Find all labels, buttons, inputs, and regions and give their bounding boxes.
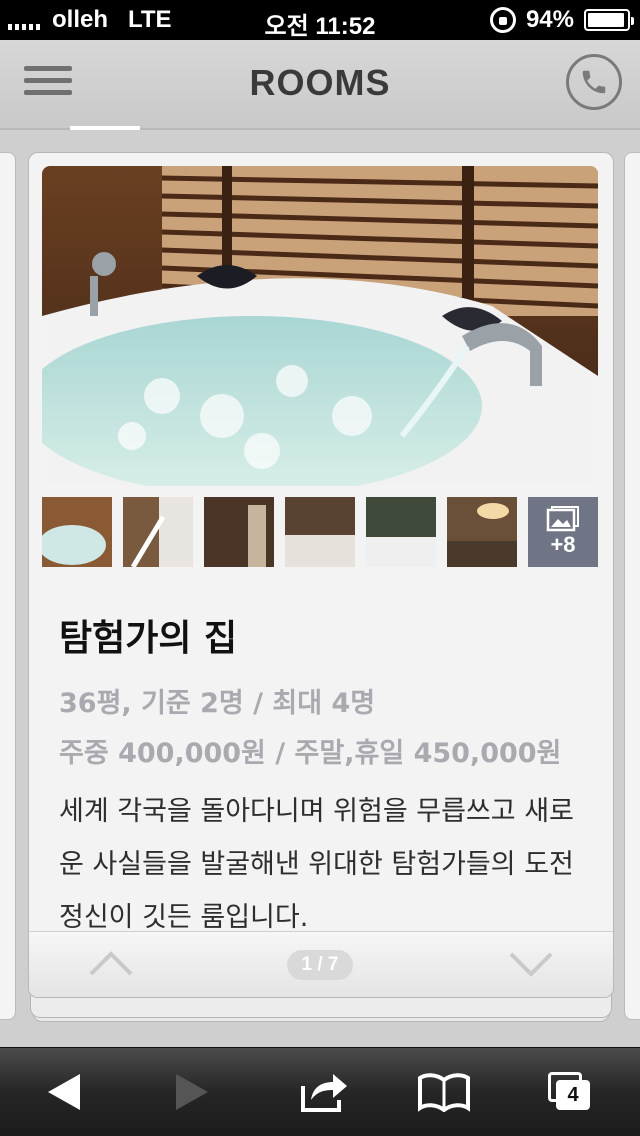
forward-arrow-icon[interactable] (162, 1064, 222, 1120)
room-name: 탐험가의 집 (59, 618, 238, 659)
photo-thumbnail[interactable] (42, 497, 112, 567)
tab-count: 4 (556, 1080, 590, 1110)
card-footer: 1 / 7 (29, 931, 613, 997)
photo-thumbnail[interactable] (123, 497, 193, 567)
previous-card-edge[interactable] (0, 152, 16, 1020)
photo-thumbnails: +8 (42, 497, 598, 567)
battery-percent: 94% (525, 6, 574, 33)
room-size-capacity: 36평, 기준 2명 / 최대 4명 (59, 688, 376, 719)
tab-indicator (70, 126, 140, 130)
next-card-edge[interactable] (624, 152, 640, 1020)
room-card: +8 탐험가의 집 36평, 기준 2명 / 최대 4명 주중 400,000원… (28, 152, 614, 998)
app-header: ROOMS (0, 40, 640, 130)
back-arrow-icon[interactable] (34, 1064, 94, 1120)
browser-toolbar: 4 (0, 1047, 640, 1136)
bookmarks-icon[interactable] (414, 1064, 474, 1120)
room-price: 주중 400,000원 / 주말,휴일 450,000원 (59, 738, 562, 769)
gallery-icon (546, 506, 579, 532)
chevron-down-icon[interactable] (509, 946, 553, 980)
photo-thumbnail[interactable] (285, 497, 355, 567)
photo-thumbnail[interactable] (204, 497, 274, 567)
tabs-icon[interactable]: 4 (540, 1064, 600, 1120)
chevron-up-icon[interactable] (89, 946, 133, 980)
share-icon[interactable] (294, 1064, 354, 1120)
photo-thumbnail[interactable] (447, 497, 517, 567)
status-bar: olleh LTE 오전 11:52 94% (0, 0, 640, 40)
rotation-lock-icon (489, 7, 516, 33)
more-photos-count: +8 (550, 532, 576, 557)
room-description: 세계 각국을 돌아다니며 위험을 무릅쓰고 새로운 사실들을 발굴해낸 위대한 … (59, 796, 574, 931)
photo-thumbnail[interactable] (366, 497, 436, 567)
page-title: ROOMS (249, 62, 391, 103)
phone-icon[interactable] (566, 54, 622, 110)
page-indicator: 1 / 7 (287, 950, 353, 980)
more-photos-button[interactable]: +8 (528, 497, 598, 567)
room-main-photo[interactable] (42, 166, 598, 486)
battery-icon (584, 9, 634, 31)
